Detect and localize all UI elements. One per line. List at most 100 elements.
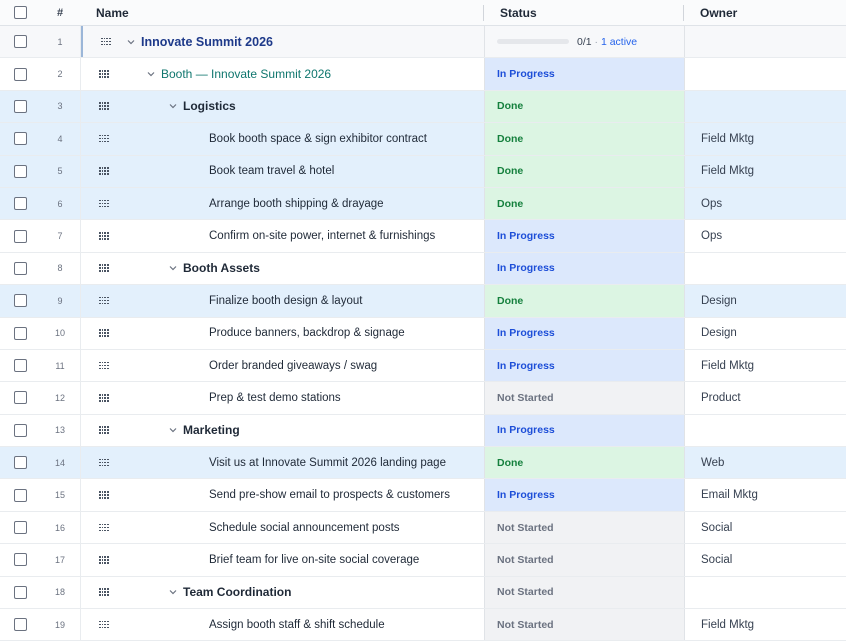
status-cell[interactable]: Done bbox=[485, 155, 685, 187]
header-status[interactable]: Status bbox=[484, 0, 684, 25]
owner-cell[interactable]: Product bbox=[685, 382, 846, 413]
row-select-cell[interactable] bbox=[0, 156, 40, 187]
name-cell[interactable]: Visit us at Innovate Summit 2026 landing… bbox=[81, 447, 485, 479]
row-select-cell[interactable] bbox=[0, 188, 40, 219]
select-all-checkbox-icon[interactable] bbox=[13, 6, 27, 19]
checkbox-icon[interactable] bbox=[13, 294, 27, 308]
row-select-cell[interactable] bbox=[0, 609, 40, 640]
status-cell[interactable]: Done bbox=[485, 123, 685, 155]
owner-cell[interactable] bbox=[685, 26, 846, 57]
task-row[interactable]: 4 Book booth space & sign exhibitor contr… bbox=[0, 123, 846, 156]
chevron-down-icon[interactable] bbox=[127, 38, 135, 46]
owner-cell[interactable]: Social bbox=[685, 544, 846, 575]
name-cell[interactable]: Send pre-show email to prospects & custo… bbox=[81, 479, 485, 511]
task-row[interactable]: 9 Finalize booth design & layout Done Desig… bbox=[0, 285, 846, 318]
name-cell[interactable]: Logistics bbox=[81, 90, 485, 123]
name-cell[interactable]: Book booth space & sign exhibitor contra… bbox=[81, 123, 485, 155]
chevron-down-icon[interactable] bbox=[147, 70, 155, 78]
task-row[interactable]: 10 Produce banners, backdrop & signage In … bbox=[0, 317, 846, 350]
name-cell[interactable]: Prep & test demo stations bbox=[81, 382, 485, 414]
group-row[interactable]: 18 Team Coordination Not Started bbox=[0, 576, 846, 610]
chevron-down-icon[interactable] bbox=[169, 264, 177, 272]
status-column-resize-handle[interactable] bbox=[683, 5, 684, 21]
drag-handle-icon[interactable] bbox=[101, 37, 111, 46]
name-cell[interactable]: Marketing bbox=[81, 414, 485, 447]
checkbox-icon[interactable] bbox=[13, 585, 27, 599]
row-select-cell[interactable] bbox=[0, 253, 40, 284]
status-cell[interactable]: In Progress bbox=[485, 317, 685, 349]
owner-cell[interactable] bbox=[685, 253, 846, 284]
status-cell[interactable]: Done bbox=[485, 285, 685, 317]
row-select-cell[interactable] bbox=[0, 512, 40, 543]
drag-handle-icon[interactable] bbox=[99, 134, 109, 143]
name-cell[interactable]: Assign booth staff & shift schedule bbox=[81, 609, 485, 641]
drag-handle-icon[interactable] bbox=[99, 70, 109, 78]
chevron-down-icon[interactable] bbox=[169, 426, 177, 434]
checkbox-icon[interactable] bbox=[13, 261, 27, 275]
checkbox-icon[interactable] bbox=[13, 423, 27, 437]
status-cell[interactable]: In Progress bbox=[485, 414, 685, 447]
checkbox-icon[interactable] bbox=[13, 35, 27, 49]
task-row[interactable]: 19 Assign booth staff & shift schedule Not… bbox=[0, 609, 846, 641]
status-cell[interactable]: In Progress bbox=[485, 479, 685, 511]
owner-cell[interactable]: Email Mktg bbox=[685, 479, 846, 510]
drag-handle-icon[interactable] bbox=[99, 232, 109, 240]
name-cell[interactable]: Order branded giveaways / swag bbox=[81, 349, 485, 382]
name-cell[interactable]: Team Coordination bbox=[81, 576, 485, 609]
drag-handle-icon[interactable] bbox=[99, 167, 109, 175]
row-select-cell[interactable] bbox=[0, 447, 40, 478]
drag-handle-icon[interactable] bbox=[99, 296, 109, 305]
checkbox-icon[interactable] bbox=[13, 521, 27, 535]
checkbox-icon[interactable] bbox=[13, 359, 27, 373]
name-cell[interactable]: Booth — Innovate Summit 2026 bbox=[81, 58, 485, 90]
task-row[interactable]: 11 Order branded giveaways / swag In Progr… bbox=[0, 349, 846, 383]
checkbox-icon[interactable] bbox=[13, 99, 27, 113]
task-row[interactable]: 14 Visit us at Innovate Summit 2026 landi… bbox=[0, 447, 846, 480]
checkbox-icon[interactable] bbox=[13, 488, 27, 502]
owner-cell[interactable] bbox=[685, 415, 846, 446]
drag-handle-icon[interactable] bbox=[99, 491, 109, 499]
drag-handle-icon[interactable] bbox=[99, 199, 109, 208]
owner-cell[interactable]: Field Mktg bbox=[685, 350, 846, 381]
project-row[interactable]: 1 Innovate Summit 2026 0/1 · 1 active bbox=[0, 26, 846, 59]
owner-cell[interactable] bbox=[685, 577, 846, 608]
status-cell[interactable]: In Progress bbox=[485, 252, 685, 285]
row-select-cell[interactable] bbox=[0, 220, 40, 251]
chevron-down-icon[interactable] bbox=[169, 588, 177, 596]
task-row[interactable]: 7 Confirm on-site power, internet & furni… bbox=[0, 220, 846, 253]
status-cell[interactable]: Not Started bbox=[485, 544, 685, 576]
checkbox-icon[interactable] bbox=[13, 326, 27, 340]
group-row[interactable]: 8 Booth Assets In Progress bbox=[0, 252, 846, 286]
row-select-cell[interactable] bbox=[0, 544, 40, 575]
status-cell[interactable]: Not Started bbox=[485, 576, 685, 609]
owner-cell[interactable]: Design bbox=[685, 318, 846, 349]
checkbox-icon[interactable] bbox=[13, 164, 27, 178]
status-cell[interactable]: Done bbox=[485, 187, 685, 220]
checkbox-icon[interactable] bbox=[13, 229, 27, 243]
drag-handle-icon[interactable] bbox=[99, 102, 109, 111]
owner-cell[interactable] bbox=[685, 58, 846, 89]
checkbox-icon[interactable] bbox=[13, 456, 27, 470]
name-cell[interactable]: Finalize booth design & layout bbox=[81, 285, 485, 317]
row-select-cell[interactable] bbox=[0, 26, 40, 57]
status-cell[interactable]: Done bbox=[485, 447, 685, 479]
owner-cell[interactable]: Field Mktg bbox=[685, 156, 846, 187]
owner-cell[interactable]: Ops bbox=[685, 220, 846, 251]
drag-handle-icon[interactable] bbox=[99, 458, 109, 467]
row-select-cell[interactable] bbox=[0, 123, 40, 154]
name-cell[interactable]: Confirm on-site power, internet & furnis… bbox=[81, 220, 485, 252]
name-cell[interactable]: Booth Assets bbox=[81, 252, 485, 285]
status-cell[interactable]: Done bbox=[485, 90, 685, 123]
group-row[interactable]: 13 Marketing In Progress bbox=[0, 414, 846, 448]
drag-handle-icon[interactable] bbox=[99, 588, 109, 596]
owner-cell[interactable]: Ops bbox=[685, 188, 846, 219]
owner-cell[interactable]: Web bbox=[685, 447, 846, 478]
status-cell[interactable]: In Progress bbox=[485, 349, 685, 382]
drag-handle-icon[interactable] bbox=[99, 426, 109, 434]
owner-cell[interactable]: Field Mktg bbox=[685, 609, 846, 640]
task-row[interactable]: 15 Send pre-show email to prospects & cus… bbox=[0, 479, 846, 512]
row-select-cell[interactable] bbox=[0, 91, 40, 122]
select-all-cell[interactable] bbox=[0, 0, 40, 25]
checkbox-icon[interactable] bbox=[13, 67, 27, 81]
status-cell[interactable]: In Progress bbox=[485, 220, 685, 252]
